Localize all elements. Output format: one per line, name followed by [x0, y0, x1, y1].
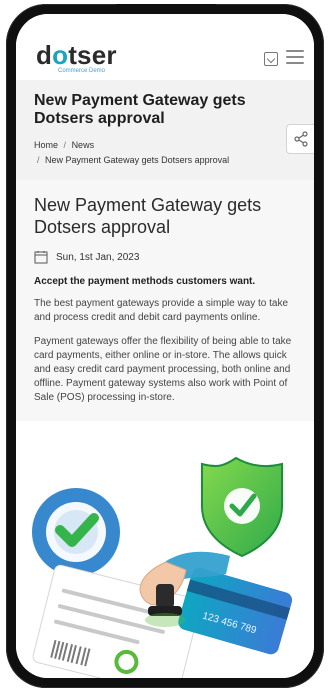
template-icon[interactable] — [264, 52, 278, 66]
breadcrumb-separator: / — [37, 155, 40, 165]
page-hero: New Payment Gateway gets Dotsers approva… — [16, 80, 314, 180]
article-title: New Payment Gateway gets Dotsers approva… — [34, 195, 262, 237]
logo-text: dotser — [36, 40, 117, 70]
article-lead: Accept the payment methods customers wan… — [34, 276, 256, 287]
credit-card: 123 456 789 — [178, 567, 293, 655]
article-illustration: 123 456 789 — [16, 444, 314, 678]
date-row: Sun, 1st Jan, 2023 — [34, 250, 300, 264]
phone-screen: dotser Commerce Demo New Payment Gateway… — [16, 14, 314, 678]
phone-frame: dotser Commerce Demo New Payment Gateway… — [6, 4, 324, 688]
logo-subtext: Commerce Demo — [58, 68, 106, 74]
article: New Payment Gateway gets Dotsers approva… — [16, 180, 314, 421]
site-header: dotser Commerce Demo — [16, 14, 314, 80]
payment-illustration: 123 456 789 — [32, 456, 293, 678]
article-paragraph: The best payment gateways provide a simp… — [34, 298, 289, 323]
approval-ring-icon — [32, 488, 120, 576]
dotser-logo[interactable]: dotser Commerce Demo — [36, 40, 117, 74]
breadcrumb: Home / News / New Payment Gateway gets D… — [34, 138, 300, 168]
share-button[interactable] — [286, 124, 314, 154]
share-icon — [294, 131, 308, 147]
article-date: Sun, 1st Jan, 2023 — [56, 251, 140, 263]
logo-word: dotser — [36, 40, 117, 71]
page-title: New Payment Gateway gets Dotsers approva… — [34, 92, 246, 127]
shield-check-icon — [201, 456, 283, 558]
breadcrumb-news-link[interactable]: News — [72, 140, 95, 150]
breadcrumb-current: New Payment Gateway gets Dotsers approva… — [45, 155, 230, 165]
breadcrumb-separator: / — [63, 140, 67, 150]
calendar-icon — [34, 251, 48, 264]
breadcrumb-home-link[interactable]: Home — [34, 140, 58, 150]
hamburger-menu-icon[interactable] — [286, 50, 304, 64]
article-paragraph: Payment gateways offer the flexibility o… — [34, 336, 292, 403]
